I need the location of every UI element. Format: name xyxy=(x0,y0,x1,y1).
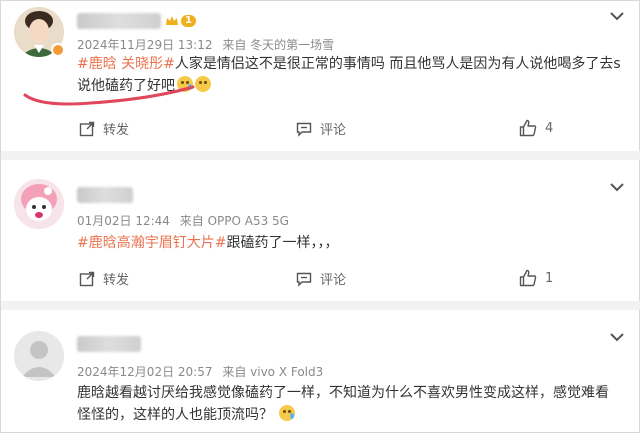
crying-emoji-icon xyxy=(279,405,295,421)
comment-card-1: 1 2024年11月29日 13:12 来自 冬天的第一场雪 #鹿晗 关晓彤#人… xyxy=(1,1,640,151)
comment-label: 评论 xyxy=(320,123,347,138)
verified-badge-icon xyxy=(51,43,65,57)
comment-icon xyxy=(296,122,312,137)
like-button[interactable]: 4 xyxy=(519,119,553,137)
comment-feed: 1 2024年11月29日 13:12 来自 冬天的第一场雪 #鹿晗 关晓彤#人… xyxy=(0,0,640,433)
repost-label: 转发 xyxy=(103,123,130,138)
avatar[interactable] xyxy=(14,179,64,229)
thumbs-up-icon xyxy=(519,119,537,137)
comment-text-line1: 鹿晗越看越讨厌给我感觉像磕药了一样，不知道为什么不喜欢男性变成这样，感觉难看 xyxy=(77,385,609,401)
member-badge[interactable]: 1 xyxy=(165,14,196,28)
comment-text-line1: 人家是情侣这不是很正常的事情吗 而且他骂人是因为有人说他喝多了去s xyxy=(174,56,621,72)
repost-icon xyxy=(79,271,95,286)
comment-icon xyxy=(296,272,312,287)
repost-icon xyxy=(79,121,95,136)
avatar-image xyxy=(14,179,64,229)
divider xyxy=(1,151,640,160)
chevron-down-icon[interactable] xyxy=(609,7,625,21)
source-label: 来自 vivo X Fold3 xyxy=(222,365,324,379)
chevron-down-icon[interactable] xyxy=(609,328,625,342)
comment-text-line2: 怪怪的，这样的人也能顶流吗？ xyxy=(77,407,273,423)
comment-button[interactable]: 评论 xyxy=(296,269,346,288)
comment-text-line1: 跟磕药了一样，，， xyxy=(226,235,339,251)
timestamp: 01月02日 12:44 xyxy=(77,214,170,228)
hashtag-link[interactable]: #鹿晗 关晓彤# xyxy=(77,56,175,72)
comment-card-3: 2024年12月02日 20:57 来自 vivo X Fold3 鹿晗越看越讨… xyxy=(1,310,640,433)
source-label: 来自 OPPO A53 5G xyxy=(179,214,289,228)
comment-meta: 2024年12月02日 20:57 来自 vivo X Fold3 xyxy=(77,363,323,380)
default-avatar-icon xyxy=(14,331,64,381)
source-label: 来自 冬天的第一场雪 xyxy=(222,38,335,52)
like-count: 4 xyxy=(545,120,554,136)
comment-meta: 01月02日 12:44 来自 OPPO A53 5G xyxy=(77,212,289,229)
comment-text: #鹿晗高瀚宇眉钉大片#跟磕药了一样，，， xyxy=(77,232,629,254)
username-redacted[interactable] xyxy=(77,336,141,352)
repost-label: 转发 xyxy=(103,273,130,288)
username-redacted[interactable] xyxy=(77,13,161,29)
timestamp: 2024年11月29日 13:12 xyxy=(77,38,213,52)
action-bar: 转发 评论 4 xyxy=(1,119,640,139)
comment-card-2: 01月02日 12:44 来自 OPPO A53 5G #鹿晗高瀚宇眉钉大片#跟… xyxy=(1,160,640,310)
level-badge: 1 xyxy=(181,15,196,27)
comment-label: 评论 xyxy=(320,273,347,288)
crown-icon xyxy=(166,16,178,25)
comment-meta: 2024年11月29日 13:12 来自 冬天的第一场雪 xyxy=(77,36,334,53)
thumbs-up-icon xyxy=(519,269,537,287)
avatar[interactable] xyxy=(14,331,64,381)
repost-button[interactable]: 转发 xyxy=(79,119,129,138)
red-underline-annotation xyxy=(23,85,195,106)
timestamp: 2024年12月02日 20:57 xyxy=(77,365,213,379)
divider xyxy=(1,301,640,310)
hashtag-link[interactable]: #鹿晗高瀚宇眉钉大片# xyxy=(77,235,226,251)
like-button[interactable]: 1 xyxy=(519,269,553,287)
username-redacted[interactable] xyxy=(77,187,133,203)
action-bar: 转发 评论 1 xyxy=(1,269,640,289)
like-count: 1 xyxy=(545,270,554,286)
comment-button[interactable]: 评论 xyxy=(296,119,346,138)
chevron-down-icon[interactable] xyxy=(609,178,625,192)
comment-text: 鹿晗越看越讨厌给我感觉像磕药了一样，不知道为什么不喜欢男性变成这样，感觉难看 怪… xyxy=(77,382,637,426)
repost-button[interactable]: 转发 xyxy=(79,269,129,288)
